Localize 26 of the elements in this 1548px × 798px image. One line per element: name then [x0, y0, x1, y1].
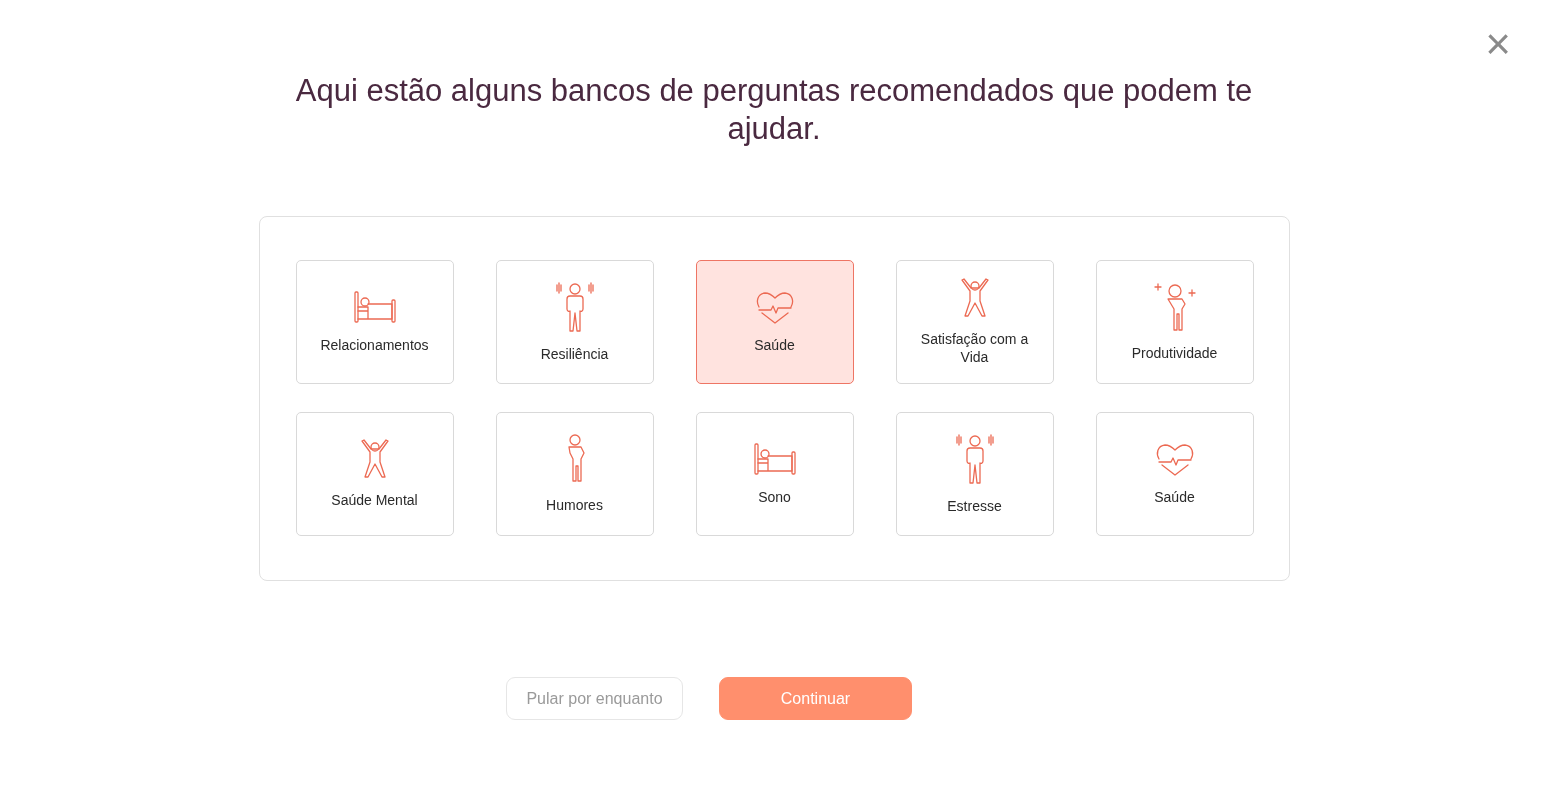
card-label: Resiliência	[539, 345, 610, 363]
card-label: Satisfação com a Vida	[919, 330, 1030, 366]
card-label: Sono	[757, 488, 792, 506]
category-card[interactable]: Sono	[695, 412, 854, 536]
card-label: Saúde	[1153, 488, 1196, 506]
category-card[interactable]: Humores	[495, 412, 654, 536]
person-plus-icon	[1152, 282, 1197, 332]
category-card[interactable]: Estresse	[895, 412, 1054, 536]
card-label: Saúde	[753, 336, 796, 354]
card-label: Humores	[545, 496, 604, 514]
category-card[interactable]: Satisfação com a Vida	[895, 260, 1054, 384]
category-card[interactable]: Produtividade	[1095, 260, 1254, 384]
heart-pulse-icon	[754, 290, 795, 324]
card-label: Relacionamentos	[319, 336, 430, 354]
category-card[interactable]: Saúde	[695, 260, 854, 384]
category-card[interactable]: Relacionamentos	[295, 260, 454, 384]
page-title: Aqui estão alguns bancos de perguntas recomendados que podem te ajudar.	[294, 72, 1254, 148]
card-label: Saúde Mental	[330, 491, 419, 509]
card-label: Estresse	[946, 497, 1003, 515]
heart-pulse-icon	[1154, 442, 1195, 476]
category-card[interactable]: Saúde	[1095, 412, 1254, 536]
category-card[interactable]: Saúde Mental	[295, 412, 454, 536]
bed-icon	[352, 290, 397, 324]
card-label: Produtividade	[1130, 344, 1219, 362]
category-card[interactable]: Resiliência	[495, 260, 654, 384]
bed-icon	[752, 442, 797, 476]
